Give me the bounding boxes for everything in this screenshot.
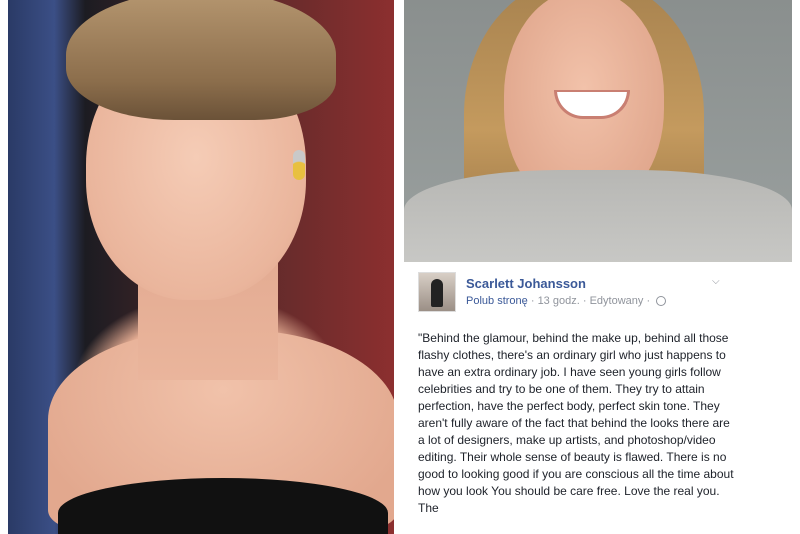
- makeup-free-photo: [404, 0, 792, 262]
- globe-icon: [656, 296, 667, 307]
- photo-detail-shirt: [404, 170, 792, 262]
- like-page-link[interactable]: Polub stronę: [466, 295, 528, 307]
- post-time[interactable]: 13 godz.: [538, 295, 580, 307]
- author-avatar[interactable]: [418, 272, 456, 312]
- author-name[interactable]: Scarlett Johansson: [466, 276, 586, 291]
- edited-label[interactable]: Edytowany: [590, 295, 644, 307]
- red-carpet-photo: [8, 0, 394, 534]
- photo-detail-hair: [66, 0, 336, 120]
- facebook-post: Scarlett Johansson Polub stronę · 13 god…: [404, 262, 792, 534]
- meta-separator: ·: [582, 295, 587, 307]
- meta-separator: ·: [530, 295, 535, 307]
- post-body: "Behind the glamour, behind the make up,…: [418, 331, 734, 515]
- post-meta: Polub stronę · 13 godz. · Edytowany ·: [466, 295, 667, 307]
- meta-separator: ·: [646, 295, 651, 307]
- photo-detail-earring: [293, 150, 305, 180]
- chevron-down-icon[interactable]: ⌵: [712, 276, 720, 287]
